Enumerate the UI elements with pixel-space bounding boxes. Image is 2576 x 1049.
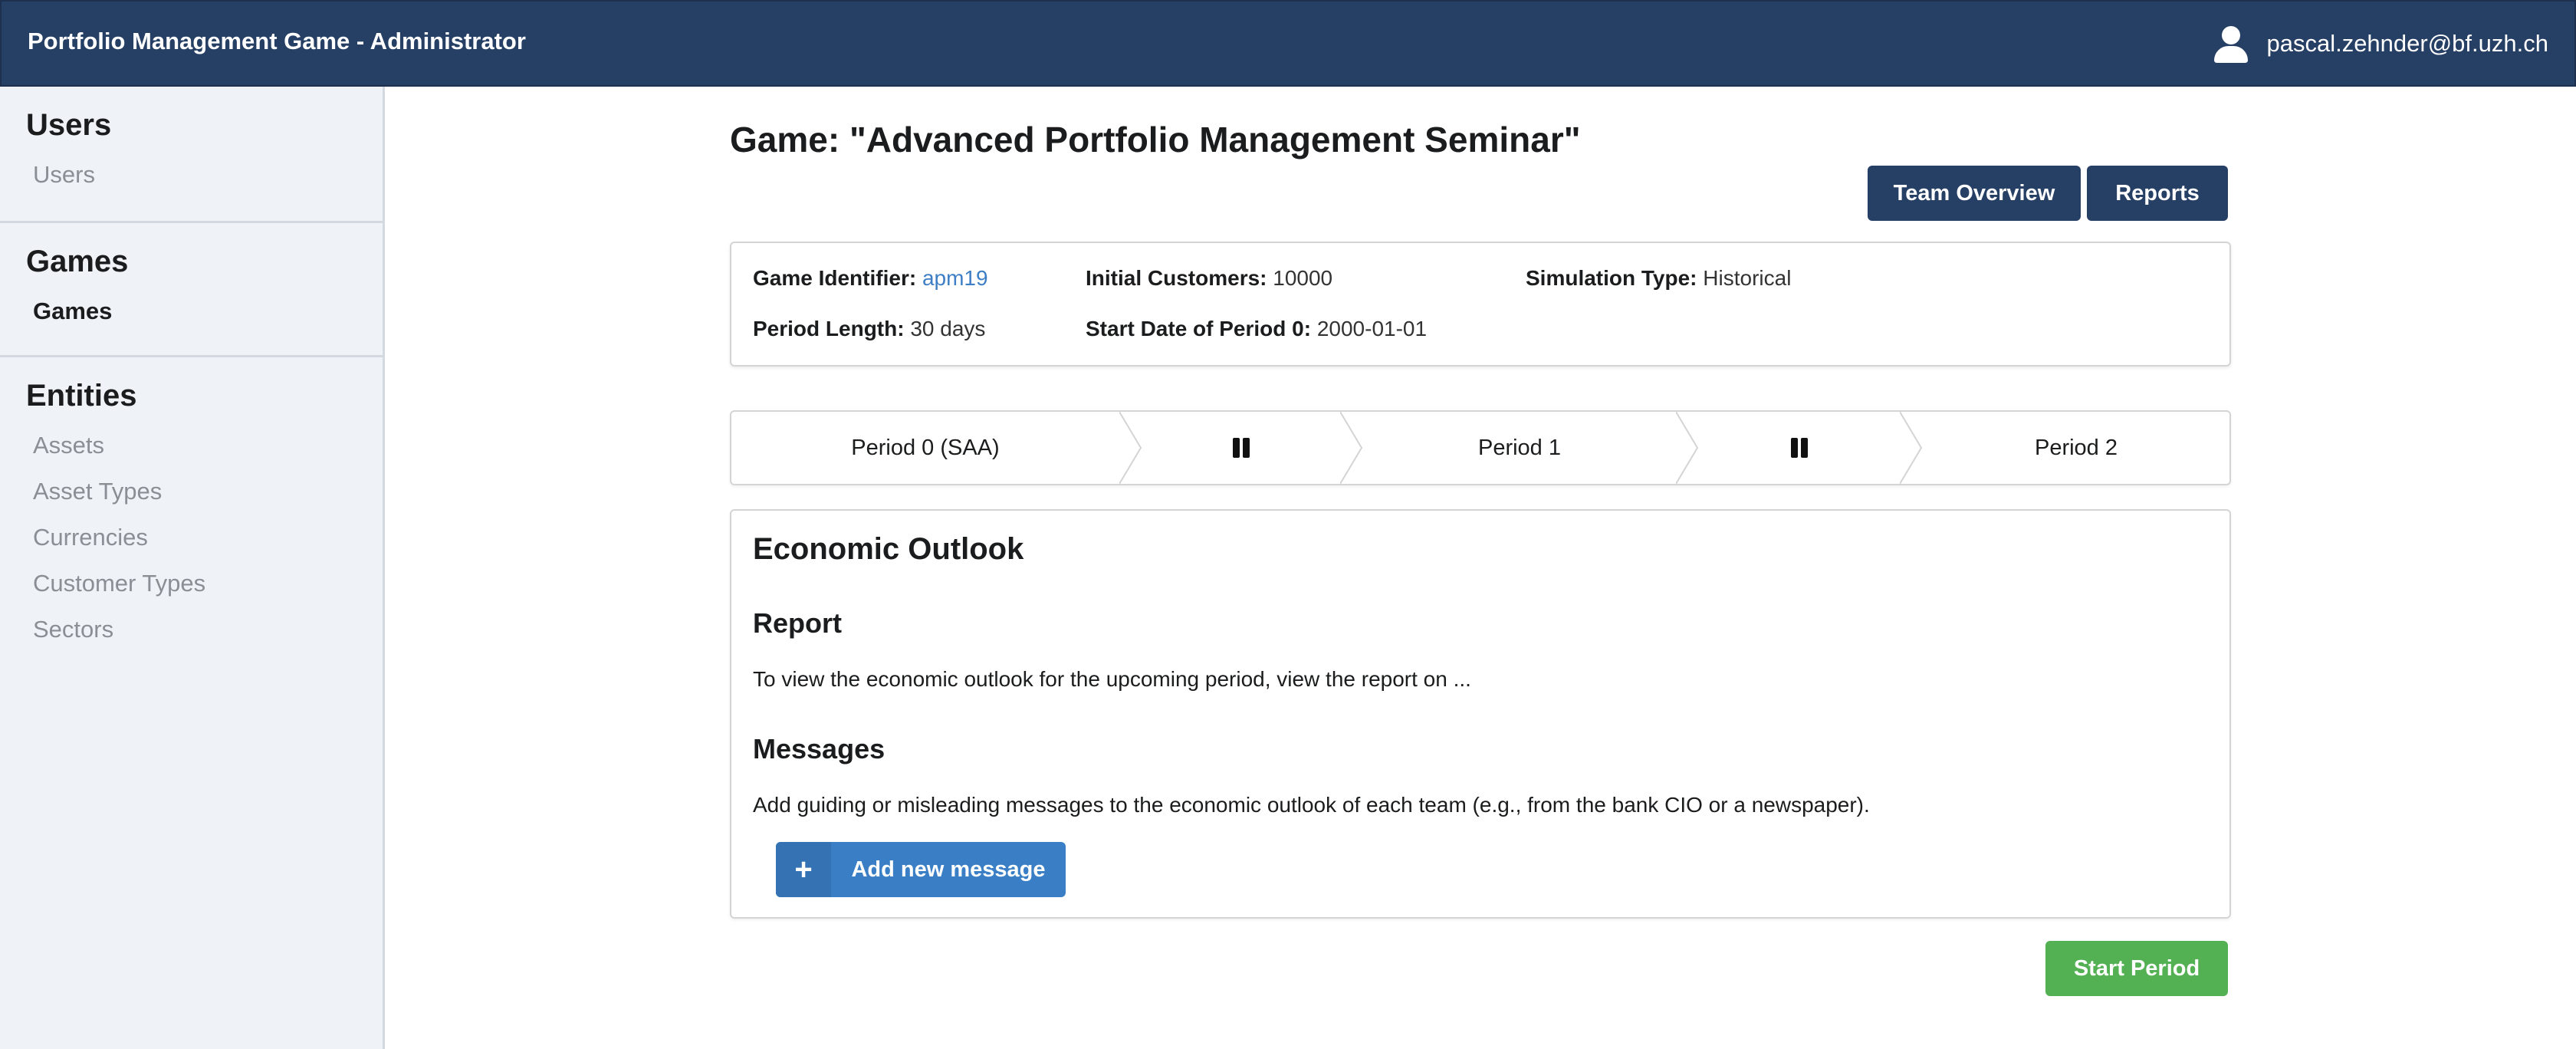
- initial-customers-field: Initial Customers: 10000: [1086, 266, 1332, 291]
- sidebar-header-users: Users: [26, 108, 112, 142]
- period-length-value: 30 days: [910, 317, 986, 340]
- simulation-type-value: Historical: [1703, 266, 1792, 290]
- pause-icon: [1791, 438, 1808, 458]
- sidebar-item-customer-types[interactable]: Customer Types: [33, 570, 383, 597]
- step-pause-2[interactable]: [1699, 412, 1900, 484]
- game-identifier-field: Game Identifier: apm19: [753, 266, 988, 291]
- step-separator: [1676, 412, 1699, 484]
- sidebar-section-users: Users Users: [0, 87, 383, 223]
- start-date-label: Start Date of Period 0:: [1086, 317, 1312, 340]
- sidebar-header-games: Games: [26, 245, 129, 278]
- sidebar-item-assets[interactable]: Assets: [33, 432, 383, 459]
- step-period-0[interactable]: Period 0 (SAA): [731, 412, 1119, 484]
- sidebar-item-currencies[interactable]: Currencies: [33, 524, 383, 551]
- step-pause-1[interactable]: [1142, 412, 1340, 484]
- messages-heading: Messages: [753, 733, 886, 765]
- initial-customers-value: 10000: [1273, 266, 1333, 290]
- plus-icon: +: [776, 842, 831, 897]
- sidebar-item-sectors[interactable]: Sectors: [33, 616, 383, 643]
- step-separator: [1340, 412, 1363, 484]
- game-identifier-label: Game Identifier:: [753, 266, 917, 290]
- report-text: To view the economic outlook for the upc…: [753, 667, 1471, 691]
- step-separator: [1900, 412, 1923, 484]
- user-menu[interactable]: pascal.zehnder@bf.uzh.ch: [2213, 25, 2548, 63]
- top-bar: Portfolio Management Game - Administrato…: [0, 0, 2576, 87]
- simulation-type-label: Simulation Type:: [1526, 266, 1697, 290]
- sidebar-section-games: Games Games: [0, 223, 383, 357]
- app-title: Portfolio Management Game - Administrato…: [28, 28, 526, 54]
- report-heading: Report: [753, 607, 842, 639]
- page-title: Game: "Advanced Portfolio Management Sem…: [730, 120, 1581, 159]
- period-length-field: Period Length: 30 days: [753, 317, 985, 341]
- start-date-value: 2000-01-01: [1316, 317, 1428, 340]
- game-identifier-link[interactable]: apm19: [922, 266, 988, 290]
- step-separator: [1119, 412, 1142, 484]
- user-email[interactable]: pascal.zehnder@bf.uzh.ch: [2266, 30, 2548, 58]
- sidebar-item-users[interactable]: Users: [33, 161, 383, 189]
- step-period-1[interactable]: Period 1: [1363, 412, 1676, 484]
- simulation-type-field: Simulation Type: Historical: [1526, 266, 1791, 291]
- pause-icon: [1233, 438, 1250, 458]
- step-period-1-label: Period 1: [1477, 435, 1561, 460]
- period-length-label: Period Length:: [753, 317, 905, 340]
- economic-outlook-title: Economic Outlook: [753, 532, 1024, 566]
- sidebar-section-entities: Entities Assets Asset Types Currencies C…: [0, 357, 383, 666]
- sidebar-item-asset-types[interactable]: Asset Types: [33, 478, 383, 505]
- step-period-0-label: Period 0 (SAA): [851, 435, 1000, 460]
- step-period-2[interactable]: Period 2: [1923, 412, 2229, 484]
- add-new-message-label: Add new message: [851, 857, 1046, 882]
- add-new-message-button[interactable]: + Add new message: [776, 842, 1066, 897]
- period-steps: Period 0 (SAA) Period 1 Period 2: [730, 410, 2231, 485]
- sidebar: Users Users Games Games Entities Assets …: [0, 87, 385, 1049]
- game-info-card: Game Identifier: apm19 Initial Customers…: [730, 242, 2231, 367]
- team-overview-button[interactable]: Team Overview: [1868, 166, 2081, 221]
- sidebar-item-games[interactable]: Games: [33, 298, 383, 325]
- step-period-2-label: Period 2: [2034, 435, 2118, 460]
- user-icon: [2213, 25, 2249, 63]
- initial-customers-label: Initial Customers:: [1086, 266, 1267, 290]
- sidebar-header-entities: Entities: [26, 379, 137, 413]
- start-period-button[interactable]: Start Period: [2045, 941, 2228, 996]
- economic-outlook-card: Economic Outlook Report To view the econ…: [730, 509, 2231, 919]
- start-date-field: Start Date of Period 0: 2000-01-01: [1086, 317, 1427, 341]
- messages-text: Add guiding or misleading messages to th…: [753, 793, 1870, 817]
- reports-button[interactable]: Reports: [2087, 166, 2228, 221]
